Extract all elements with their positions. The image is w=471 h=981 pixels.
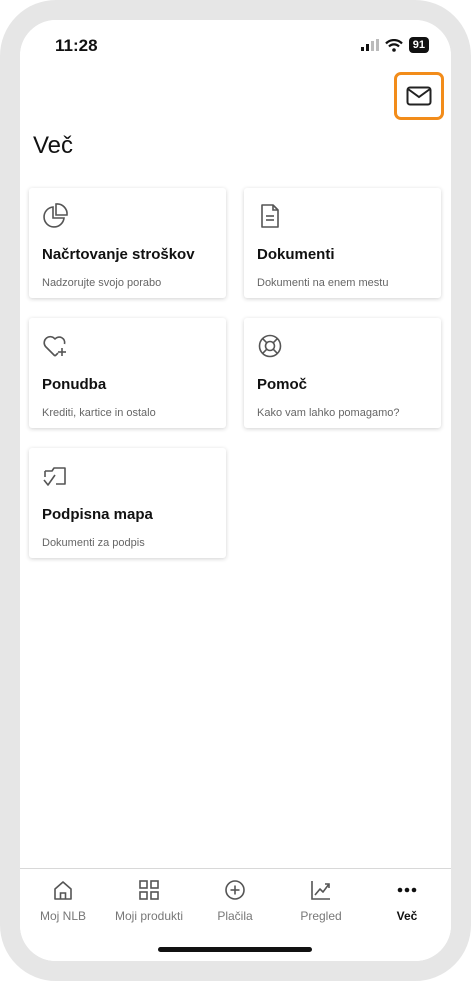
app-screen: 11:28 91 Več Načrtovanje stroškov Nadzor… [20, 20, 451, 961]
card-subtitle: Kako vam lahko pomagamo? [257, 407, 400, 419]
wifi-icon [384, 38, 403, 52]
signature-folder-icon [43, 467, 66, 486]
document-icon [261, 204, 279, 228]
card-title: Dokumenti [257, 246, 335, 263]
plus-circle-icon [225, 880, 245, 900]
card-subtitle: Nadzorujte svojo porabo [42, 277, 162, 289]
tab-label: Pregled [300, 909, 342, 923]
card-title: Podpisna mapa [42, 506, 153, 523]
trend-chart-icon [311, 881, 330, 900]
tab-pregled[interactable]: Pregled [278, 875, 364, 923]
card-offer[interactable]: Ponudba Krediti, kartice in ostalo [29, 318, 226, 428]
more-dots-icon [397, 887, 417, 893]
status-time: 11:28 [55, 36, 98, 55]
tab-vec[interactable]: Več [364, 875, 450, 923]
tab-label: Plačila [217, 909, 253, 923]
signal-icon [360, 39, 379, 51]
card-subtitle: Dokumenti na enem mestu [257, 277, 389, 289]
tab-label: Moj NLB [39, 909, 86, 923]
card-help[interactable]: Pomoč Kako vam lahko pomagamo? [244, 318, 441, 428]
grid-icon [139, 880, 159, 900]
card-signature-folder[interactable]: Podpisna mapa Dokumenti za podpis [29, 448, 226, 558]
mail-icon [406, 86, 432, 106]
page-title: Več [33, 132, 74, 159]
home-icon [54, 881, 72, 900]
mail-button[interactable] [394, 72, 444, 120]
status-icons: 91 [360, 37, 429, 53]
battery-level: 91 [408, 37, 429, 53]
card-title: Ponudba [42, 376, 107, 393]
card-subtitle: Krediti, kartice in ostalo [42, 407, 156, 419]
tab-moji-produkti[interactable]: Moji produkti [106, 875, 192, 923]
tab-label: Več [396, 909, 418, 923]
tab-label: Moji produkti [114, 909, 184, 923]
lifebuoy-icon [258, 334, 282, 358]
heart-plus-icon [43, 335, 66, 357]
card-title: Pomoč [257, 376, 308, 393]
tab-placila[interactable]: Plačila [192, 875, 278, 923]
card-documents[interactable]: Dokumenti Dokumenti na enem mestu [244, 188, 441, 298]
tab-moj-nlb[interactable]: Moj NLB [20, 875, 106, 923]
card-subtitle: Dokumenti za podpis [42, 537, 145, 549]
card-title: Načrtovanje stroškov [42, 246, 195, 263]
home-indicator [158, 947, 312, 952]
pie-chart-icon [43, 203, 68, 228]
card-expense-planning[interactable]: Načrtovanje stroškov Nadzorujte svojo po… [29, 188, 226, 298]
